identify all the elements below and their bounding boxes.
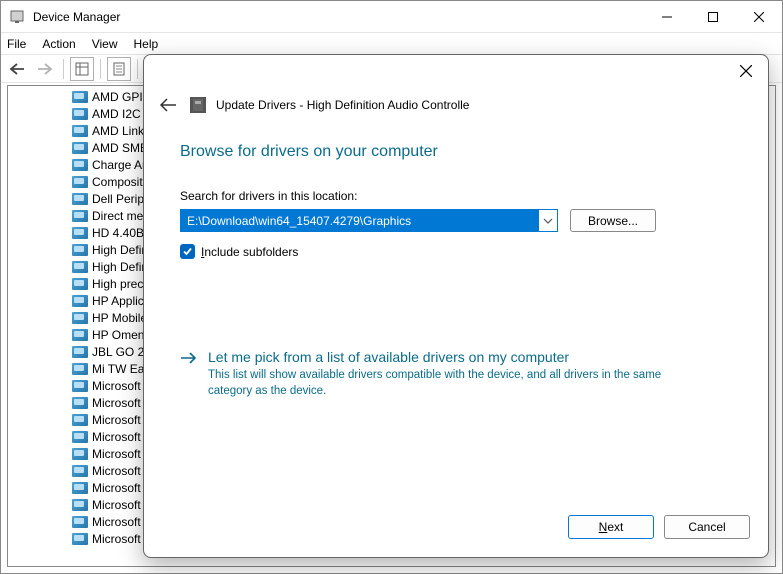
device-type-icon (72, 482, 88, 494)
tree-item-label: High Defin (92, 260, 148, 274)
device-type-icon (72, 142, 88, 154)
device-type-icon (72, 397, 88, 409)
device-type-icon (72, 193, 88, 205)
device-type-icon (72, 329, 88, 341)
close-button[interactable] (736, 1, 782, 33)
device-type-icon (72, 499, 88, 511)
search-location-label: Search for drivers in this location: (180, 189, 732, 203)
forward-button[interactable] (33, 57, 57, 81)
device-type-icon (72, 516, 88, 528)
driver-path-combobox[interactable]: E:\Download\win64_15407.4279\Graphics (180, 209, 558, 232)
pick-option-title: Let me pick from a list of available dri… (208, 349, 732, 365)
toolbar-detail-icon[interactable] (70, 57, 94, 81)
cancel-button[interactable]: Cancel (664, 515, 750, 539)
tree-item-label: HP Mobile (92, 311, 147, 325)
next-button[interactable]: NextNext (568, 515, 654, 539)
menu-file[interactable]: File (7, 37, 26, 51)
device-type-icon (72, 363, 88, 375)
chevron-down-icon[interactable] (539, 210, 557, 231)
maximize-button[interactable] (690, 1, 736, 33)
back-button[interactable] (5, 57, 29, 81)
device-type-icon (72, 431, 88, 443)
device-type-icon (72, 91, 88, 103)
menu-view[interactable]: View (92, 37, 118, 51)
arrow-right-icon (180, 351, 198, 369)
tree-item-label: Composite (92, 175, 149, 189)
device-type-icon (72, 295, 88, 307)
device-type-icon (72, 244, 88, 256)
minimize-button[interactable] (644, 1, 690, 33)
device-type-icon (72, 448, 88, 460)
device-icon (190, 97, 206, 113)
include-subfolders-checkbox[interactable] (180, 244, 195, 259)
device-type-icon (72, 159, 88, 171)
device-type-icon (72, 176, 88, 188)
menu-help[interactable]: Help (134, 37, 159, 51)
device-type-icon (72, 227, 88, 239)
titlebar: Device Manager (1, 1, 782, 33)
pick-from-list-option[interactable]: Let me pick from a list of available dri… (180, 349, 732, 399)
device-type-icon (72, 261, 88, 273)
include-subfolders-label: IInclude subfoldersnclude subfolders (201, 245, 298, 259)
dialog-back-button[interactable] (156, 93, 180, 117)
device-type-icon (72, 414, 88, 426)
tree-item-label: AMD SMB (92, 141, 148, 155)
toolbar-properties-icon[interactable] (107, 57, 131, 81)
update-drivers-dialog: Update Drivers - High Definition Audio C… (143, 54, 769, 558)
device-type-icon (72, 533, 88, 545)
app-icon (9, 9, 25, 25)
dialog-heading: Browse for drivers on your computer (180, 143, 732, 161)
menu-action[interactable]: Action (42, 37, 75, 51)
browse-button[interactable]: Browse... (570, 209, 656, 232)
tree-item-label: Dell Periph (92, 192, 151, 206)
tree-item-label: AMD Link (92, 124, 144, 138)
dialog-title: Update Drivers - High Definition Audio C… (216, 98, 469, 112)
dialog-close-button[interactable] (732, 57, 760, 85)
window-title: Device Manager (33, 10, 644, 24)
device-type-icon (72, 465, 88, 477)
menubar: File Action View Help (1, 33, 782, 55)
device-type-icon (72, 346, 88, 358)
device-type-icon (72, 210, 88, 222)
device-type-icon (72, 125, 88, 137)
device-type-icon (72, 312, 88, 324)
device-type-icon (72, 278, 88, 290)
device-type-icon (72, 108, 88, 120)
tree-item-label: Direct men (92, 209, 150, 223)
pick-option-desc: This list will show available drivers co… (208, 367, 678, 399)
tree-item-label: High Defin (92, 243, 148, 257)
driver-path-value[interactable]: E:\Download\win64_15407.4279\Graphics (181, 210, 539, 231)
tree-item-label: HP Applica (92, 294, 150, 308)
device-type-icon (72, 380, 88, 392)
